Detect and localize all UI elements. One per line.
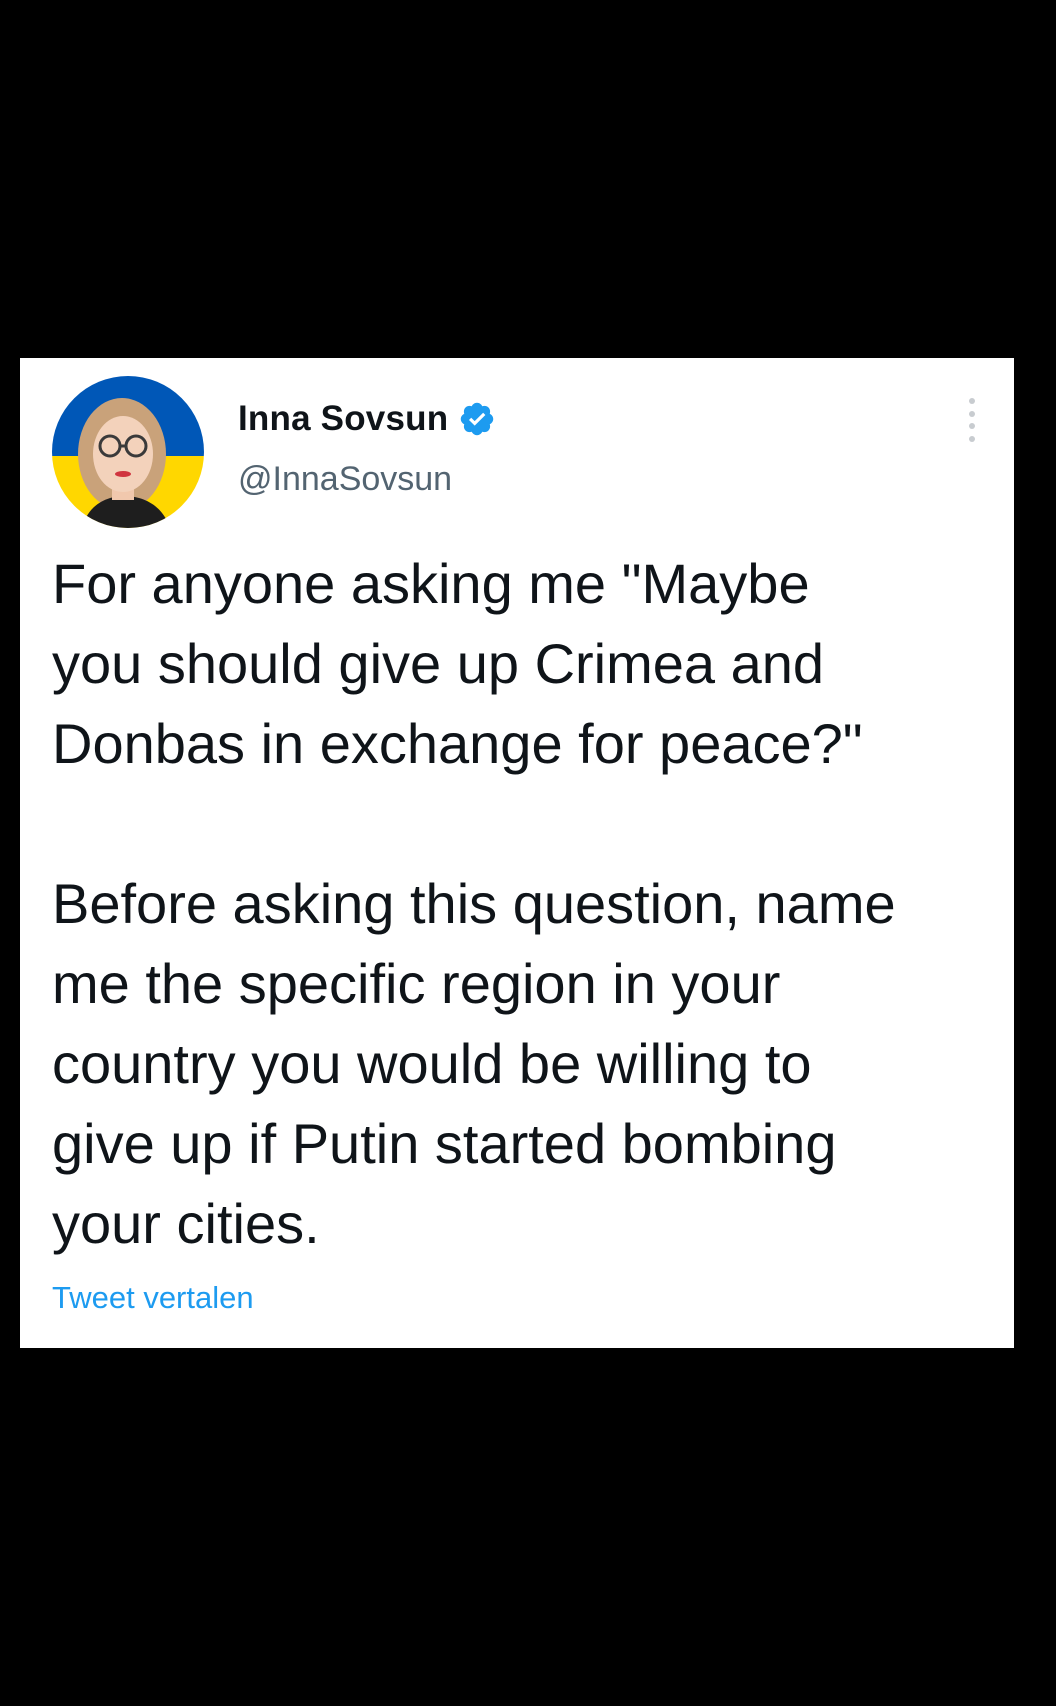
translate-tweet-link[interactable]: Tweet vertalen xyxy=(52,1280,254,1316)
profile-photo xyxy=(52,376,204,528)
user-handle[interactable]: @InnaSovsun xyxy=(238,460,452,499)
more-options-icon[interactable] xyxy=(962,398,982,442)
more-dot xyxy=(969,435,975,442)
more-dot xyxy=(969,410,975,417)
more-dot xyxy=(969,423,975,430)
tweet-paragraph: Before asking this question, name me the… xyxy=(52,872,896,1255)
display-name-row: Inna Sovsun xyxy=(238,396,496,442)
avatar[interactable] xyxy=(52,376,204,528)
more-dot xyxy=(969,398,975,404)
display-name[interactable]: Inna Sovsun xyxy=(238,399,448,439)
screenshot-background: Inna Sovsun @InnaSovsun For anyone askin… xyxy=(0,0,1056,1706)
tweet-card[interactable]: Inna Sovsun @InnaSovsun For anyone askin… xyxy=(20,358,1014,1348)
tweet-paragraph: For anyone asking me "Maybe you should g… xyxy=(52,552,863,775)
verified-badge-icon xyxy=(458,400,496,438)
tweet-text: For anyone asking me "Maybe you should g… xyxy=(52,544,1002,1264)
